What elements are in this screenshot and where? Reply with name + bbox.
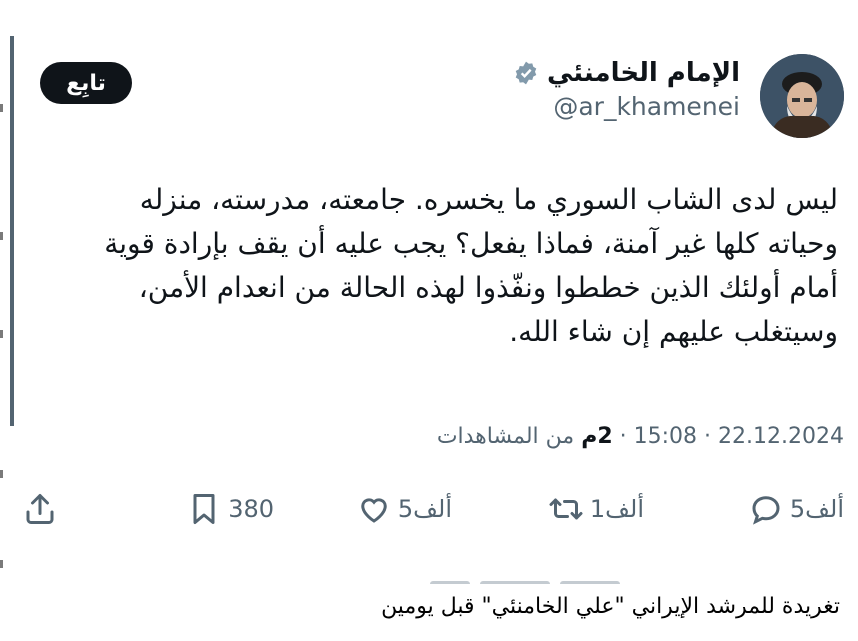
- edge-mark: [0, 232, 3, 240]
- tweet-time[interactable]: 15:08: [634, 424, 697, 449]
- clipped-text-shape: [430, 581, 620, 584]
- edge-mark: [0, 330, 3, 338]
- reply-button[interactable]: 5ألف: [748, 486, 844, 532]
- tweet-line: أمام أولئك الذين خططوا ونفّذوا لهذه الحا…: [138, 271, 838, 304]
- edge-mark: [0, 104, 3, 112]
- display-name[interactable]: الإمام الخامنئي: [547, 58, 740, 88]
- share-button[interactable]: [22, 486, 58, 532]
- tweet-line: وسيتغلب عليهم إن شاء الله.: [509, 315, 838, 348]
- avatar-image: [760, 54, 844, 138]
- action-bar: 5ألف 1ألف 5ألف 380: [14, 486, 844, 532]
- verified-icon: [515, 61, 537, 85]
- meta-separator: ·: [619, 424, 627, 449]
- bookmark-icon: [193, 494, 215, 524]
- reply-count: 5ألف: [789, 495, 844, 523]
- repost-icon: [549, 498, 583, 520]
- share-icon: [26, 494, 54, 524]
- tweet-text: ليس لدى الشاب السوري ما يخسره. جامعته، م…: [38, 178, 838, 354]
- views-count: 2م: [581, 424, 613, 449]
- like-button[interactable]: 5ألف: [356, 486, 452, 532]
- bookmark-count: 380: [228, 495, 274, 523]
- tweet-header: الإمام الخامنئي @ar_khamenei تابِع: [30, 52, 844, 140]
- reply-icon: [752, 496, 780, 525]
- like-count: 5ألف: [397, 495, 452, 523]
- follow-button[interactable]: تابِع: [40, 62, 132, 104]
- tweet-line: ليس لدى الشاب السوري ما يخسره. جامعته، م…: [139, 183, 838, 216]
- thread-line: [10, 36, 14, 426]
- like-icon: [361, 498, 387, 523]
- edge-mark: [0, 470, 3, 478]
- repost-button[interactable]: 1ألف: [548, 486, 644, 532]
- repost-count: 1ألف: [589, 495, 644, 523]
- clipped-text-fragment: [420, 574, 640, 584]
- author-block: الإمام الخامنئي @ar_khamenei: [513, 58, 740, 121]
- image-caption: تغريدة للمرشد الإيراني "علي الخامنئي" قب…: [381, 594, 840, 619]
- meta-separator: ·: [704, 424, 712, 449]
- views-label: من المشاهدات: [436, 424, 575, 449]
- edge-mark: [0, 560, 3, 568]
- tweet-date[interactable]: 22.12.2024: [718, 424, 844, 449]
- tweet-meta: 22.12.2024 · 15:08 · 2م من المشاهدات: [437, 424, 844, 449]
- tweet-line: وحياته كلها غير آمنة، فماذا يفعل؟ يجب عل…: [104, 227, 838, 260]
- handle[interactable]: @ar_khamenei: [513, 92, 740, 121]
- avatar[interactable]: [760, 54, 844, 138]
- bookmark-button[interactable]: 380: [186, 486, 274, 532]
